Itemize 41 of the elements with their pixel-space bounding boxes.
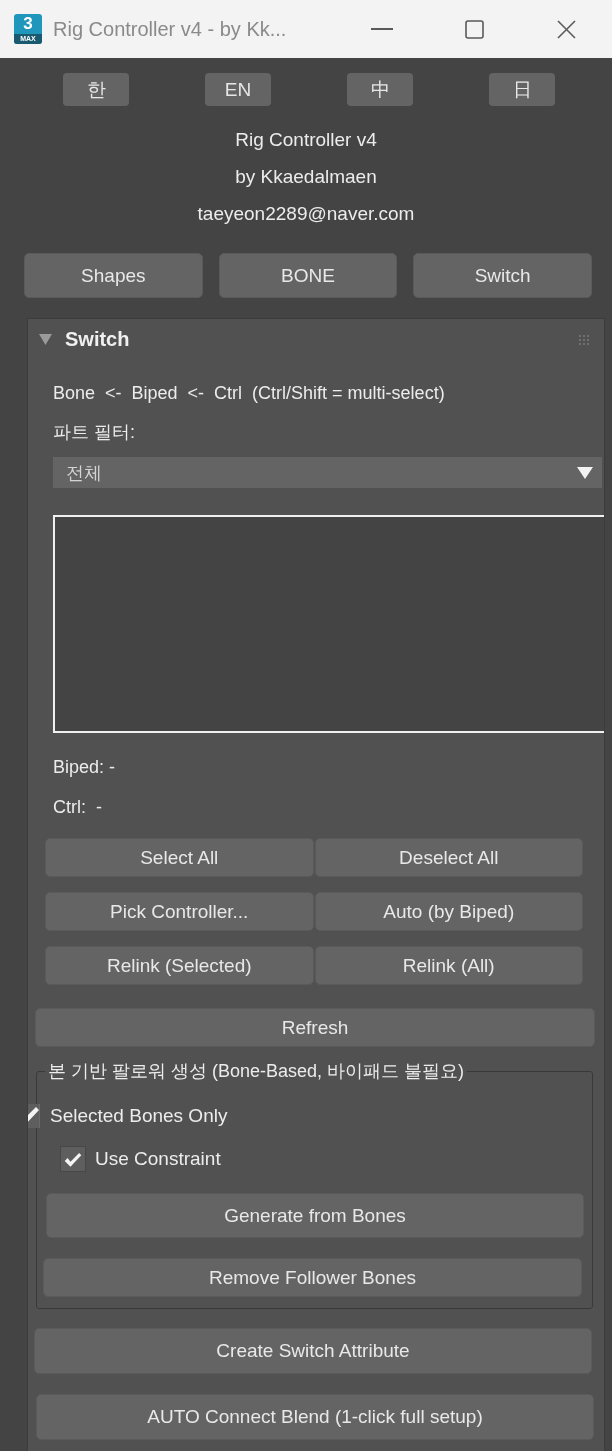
- dropdown-arrow-icon: [577, 466, 593, 479]
- maximize-icon: [464, 19, 484, 39]
- action-button[interactable]: Auto (by Biped): [314, 892, 583, 931]
- action-button[interactable]: Deselect All: [314, 838, 583, 877]
- action-button[interactable]: Relink (Selected): [45, 946, 314, 985]
- minimize-icon: [371, 28, 393, 30]
- checkbox-label: Use Constraint: [95, 1148, 221, 1170]
- rollout-title: Switch: [65, 328, 130, 351]
- remove-button[interactable]: Remove Follower Bones: [43, 1258, 582, 1297]
- nav-button[interactable]: Shapes: [24, 253, 203, 298]
- checkbox[interactable]: [60, 1146, 86, 1172]
- action-button[interactable]: Pick Controller...: [45, 892, 314, 931]
- biped-status: Biped: -: [53, 756, 116, 779]
- hint-text: Bone <- Biped <- Ctrl (Ctrl/Shift = multi-select): [53, 382, 445, 405]
- create-attribute-button[interactable]: Create Switch Attribute: [34, 1328, 592, 1374]
- checkbox-label: Selected Bones Only: [50, 1105, 228, 1127]
- checkbox[interactable]: [28, 1104, 40, 1128]
- list-box[interactable]: [53, 515, 604, 733]
- language-button[interactable]: 中: [347, 73, 413, 106]
- grip-dots-icon[interactable]: [579, 334, 589, 345]
- language-button[interactable]: 日: [489, 73, 555, 106]
- language-button[interactable]: 한: [63, 73, 129, 106]
- action-button[interactable]: Relink (All): [314, 946, 583, 985]
- group-title: 본 기반 팔로워 생성 (Bone-Based, 바이패드 불필요): [47, 1060, 466, 1083]
- generate-button[interactable]: Generate from Bones: [46, 1193, 584, 1238]
- refresh-button[interactable]: Refresh: [35, 1008, 595, 1047]
- tool-name: Rig Controller v4: [235, 128, 377, 152]
- close-icon: [556, 19, 576, 39]
- nav-button[interactable]: Switch: [413, 253, 592, 298]
- filter-label: 파트 필터:: [53, 421, 135, 444]
- expand-triangle-icon[interactable]: [39, 334, 52, 345]
- check-icon: [64, 1150, 82, 1168]
- author-name: by Kkaedalmaen: [235, 165, 377, 189]
- nav-button[interactable]: BONE: [218, 253, 398, 298]
- language-button[interactable]: EN: [205, 73, 271, 106]
- action-button[interactable]: Select All: [45, 838, 314, 877]
- author-email: taeyeon2289@naver.com: [197, 202, 415, 226]
- window-title: Rig Controller v4 - by Kk...: [53, 17, 288, 41]
- ctrl-status: Ctrl: -: [53, 796, 102, 819]
- auto-connect-button[interactable]: AUTO Connect Blend (1-click full setup): [36, 1394, 594, 1440]
- filter-dropdown[interactable]: 전체: [53, 457, 602, 488]
